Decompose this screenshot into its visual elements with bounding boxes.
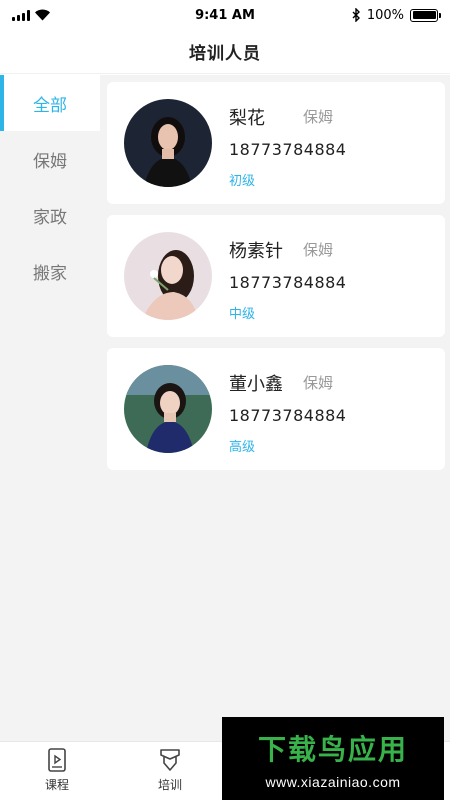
trainee-name: 梨花 xyxy=(229,108,265,129)
trainee-card[interactable]: 董小鑫 保姆 18773784884 高级 xyxy=(107,348,445,470)
tab-training[interactable]: 培训 xyxy=(140,747,200,797)
battery-percent: 100% xyxy=(366,7,404,23)
sidebar-item-housekeeping[interactable]: 家政 xyxy=(0,187,100,243)
trainee-level: 初级 xyxy=(229,174,256,189)
sidebar-item-label: 家政 xyxy=(33,207,67,228)
battery-icon xyxy=(410,8,441,22)
trainee-card[interactable]: 杨素针 保姆 18773784884 中级 xyxy=(107,215,445,337)
wifi-icon xyxy=(35,9,50,21)
avatar xyxy=(124,99,212,187)
trainee-level: 高级 xyxy=(229,440,256,455)
bluetooth-icon xyxy=(352,8,360,22)
trainee-name: 杨素针 xyxy=(229,241,283,262)
main-content: 全部 保姆 家政 搬家 梨花 保姆 18773784884 初级 杨素针 保姆 … xyxy=(0,75,450,741)
signal-icon xyxy=(12,9,30,21)
status-bar: 9:41 AM 100% xyxy=(0,0,450,30)
watermark-url: www.xiazainiao.com xyxy=(265,773,401,790)
status-right: 100% xyxy=(352,7,441,23)
trainee-list: 梨花 保姆 18773784884 初级 杨素针 保姆 18773784884 … xyxy=(107,82,445,481)
trainee-level: 中级 xyxy=(229,307,256,322)
status-left xyxy=(12,9,51,21)
course-book-icon xyxy=(48,748,66,772)
sidebar-item-nanny[interactable]: 保姆 xyxy=(0,131,100,187)
page-title: 培训人员 xyxy=(189,44,261,64)
sidebar-item-label: 全部 xyxy=(33,95,67,116)
nav-bar: 培训人员 xyxy=(0,30,450,74)
sidebar-item-label: 保姆 xyxy=(33,151,67,172)
watermark-title: 下载鸟应用 xyxy=(257,732,408,766)
watermark-banner: 下载鸟应用 www.xiazainiao.com xyxy=(222,717,444,800)
avatar xyxy=(124,232,212,320)
tab-label: 课程 xyxy=(44,778,69,792)
trainee-card[interactable]: 梨花 保姆 18773784884 初级 xyxy=(107,82,445,204)
tab-label: 培训 xyxy=(157,778,182,792)
avatar xyxy=(124,365,212,453)
tab-course[interactable]: 课程 xyxy=(27,747,87,797)
training-badge-icon xyxy=(160,749,180,771)
trainee-role: 保姆 xyxy=(303,241,334,259)
trainee-phone: 18773784884 xyxy=(229,406,347,425)
sidebar-item-all[interactable]: 全部 xyxy=(0,75,100,131)
trainee-phone: 18773784884 xyxy=(229,273,347,292)
trainee-name: 董小鑫 xyxy=(229,374,283,395)
trainee-role: 保姆 xyxy=(303,374,334,392)
sidebar-item-moving[interactable]: 搬家 xyxy=(0,243,100,299)
category-sidebar: 全部 保姆 家政 搬家 xyxy=(0,75,100,741)
sidebar-item-label: 搬家 xyxy=(33,263,67,284)
trainee-phone: 18773784884 xyxy=(229,140,347,159)
trainee-role: 保姆 xyxy=(303,108,334,126)
